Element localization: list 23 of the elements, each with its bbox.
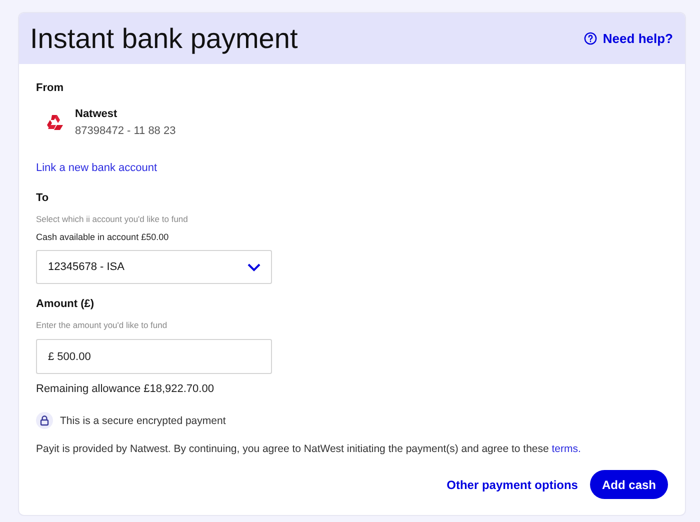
amount-label: Amount (£) [36,298,96,310]
lock-icon [36,412,53,429]
account-select[interactable]: 12345678 - ISA [36,250,272,284]
secure-payment-note: This is a secure encrypted payment [60,414,226,426]
bank-name: Natwest [75,108,118,120]
add-cash-button[interactable]: Add cash [590,470,668,499]
help-icon [584,32,597,45]
other-payment-options-button[interactable]: Other payment options [446,478,578,492]
remaining-allowance: Remaining allowance £18,922.70.00 [36,383,215,395]
help-link[interactable]: Need help? [584,31,673,46]
chevron-down-icon [247,262,261,272]
amount-hint: Enter the amount you'd like to fund [36,320,168,330]
to-label: To [36,192,50,204]
link-bank-account-link[interactable]: Link a new bank account [36,162,668,174]
terms-notice: Payit is provided by Natwest. By continuing, you agree to NatWest initiating the payment(s) and agree to these terms. [36,443,582,455]
to-hint: Select which ii account you'd like to fund [36,214,189,224]
amount-field[interactable]: £ 500.00 [36,339,272,374]
bank-logo-icon [46,114,64,131]
terms-link[interactable]: terms. [552,443,581,455]
page-title: Instant bank payment [30,22,298,54]
account-number: 87398472 - 11 88 23 [75,125,176,137]
cash-available: Cash available in account £50.00 [36,232,170,242]
from-label: From [36,82,64,94]
